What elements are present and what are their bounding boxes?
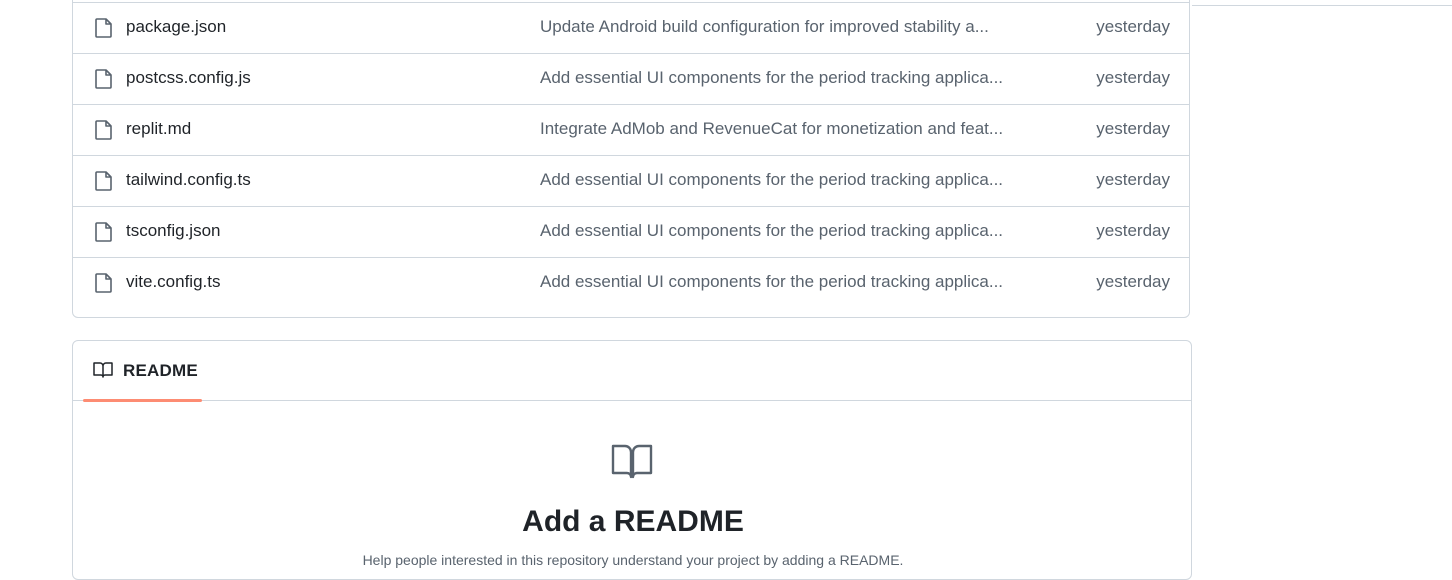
file-icon <box>95 120 113 140</box>
file-list: package.json Update Android build config… <box>72 0 1190 318</box>
readme-empty-title: Add a README <box>73 505 1192 539</box>
tab-active-indicator <box>83 399 202 402</box>
file-row[interactable]: package.json Update Android build config… <box>73 2 1189 53</box>
file-name-link[interactable]: package.json <box>126 17 226 37</box>
file-name-link[interactable]: postcss.config.js <box>126 68 251 88</box>
file-name-link[interactable]: replit.md <box>126 119 191 139</box>
commit-message-link[interactable]: Add essential UI components for the peri… <box>540 170 1020 190</box>
file-icon <box>95 69 113 89</box>
tab-readme-label: README <box>123 361 198 381</box>
file-icon <box>95 222 113 242</box>
commit-date: yesterday <box>1096 119 1170 139</box>
header-divider <box>1192 5 1452 6</box>
file-name-link[interactable]: vite.config.ts <box>126 272 221 292</box>
file-icon <box>95 171 113 191</box>
commit-date: yesterday <box>1096 170 1170 190</box>
file-row[interactable]: tsconfig.json Add essential UI component… <box>73 206 1189 257</box>
commit-message-link[interactable]: Add essential UI components for the peri… <box>540 272 1020 292</box>
tab-readme[interactable]: README <box>83 341 203 401</box>
commit-date: yesterday <box>1096 68 1170 88</box>
commit-message-link[interactable]: Add essential UI components for the peri… <box>540 221 1020 241</box>
commit-message-link[interactable]: Integrate AdMob and RevenueCat for monet… <box>540 119 1020 139</box>
readme-header: README <box>73 341 1191 401</box>
commit-date: yesterday <box>1096 221 1170 241</box>
file-row[interactable]: tailwind.config.ts Add essential UI comp… <box>73 155 1189 206</box>
readme-panel: README Add a README Help people interest… <box>72 340 1192 580</box>
file-name-link[interactable]: tsconfig.json <box>126 221 221 241</box>
file-row[interactable]: replit.md Integrate AdMob and RevenueCat… <box>73 104 1189 155</box>
readme-empty-description: Help people interested in this repositor… <box>73 552 1192 568</box>
book-icon <box>611 443 653 479</box>
commit-message-link[interactable]: Update Android build configuration for i… <box>540 17 1020 37</box>
commit-date: yesterday <box>1096 272 1170 292</box>
file-row[interactable]: vite.config.ts Add essential UI componen… <box>73 257 1189 308</box>
file-icon <box>95 273 113 293</box>
file-row[interactable]: postcss.config.js Add essential UI compo… <box>73 53 1189 104</box>
book-icon <box>93 361 113 379</box>
file-icon <box>95 18 113 38</box>
commit-date: yesterday <box>1096 17 1170 37</box>
file-name-link[interactable]: tailwind.config.ts <box>126 170 251 190</box>
commit-message-link[interactable]: Add essential UI components for the peri… <box>540 68 1020 88</box>
